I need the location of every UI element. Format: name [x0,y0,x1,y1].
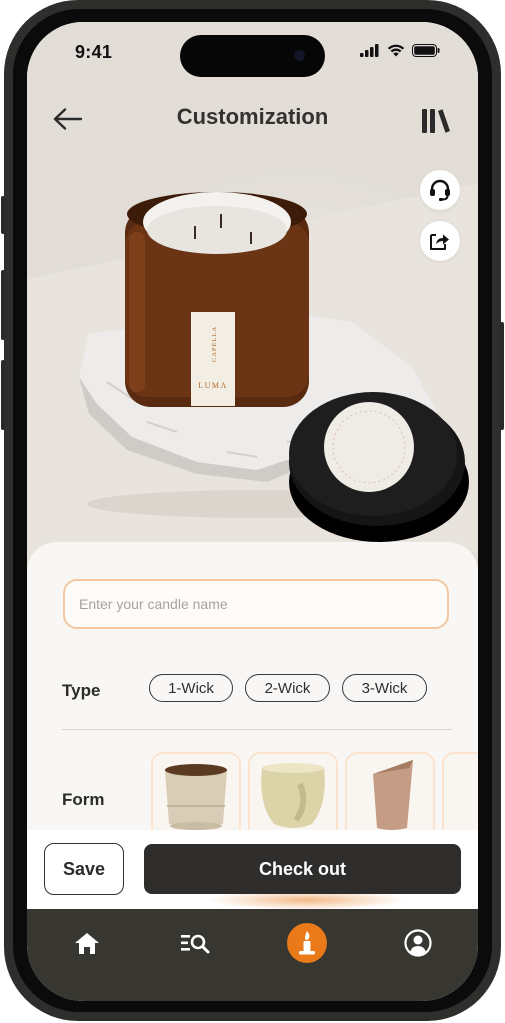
page-title: Customization [176,104,329,129]
home-icon [75,933,99,954]
battery-icon [412,44,440,57]
camera-dot [294,50,305,61]
cylinder-vessel-icon [165,764,227,830]
dynamic-island [180,35,325,77]
signal-icon [360,44,379,57]
customization-sheet: Type 1-Wick 2-Wick 3-Wick Form [27,542,478,842]
rounded-vessel-icon [261,763,325,828]
form-label: Form [62,790,105,809]
status-bar: 9:41 [27,22,478,82]
volume-up-button [1,270,5,340]
candle-lid [289,392,469,542]
jar-label-brand: LUMA [198,381,228,390]
candle-icon [299,931,315,955]
tab-profile[interactable] [396,921,440,965]
tab-customize[interactable] [285,921,329,965]
library-button[interactable] [419,104,453,136]
save-button[interactable]: Save [44,843,124,895]
screen: 9:41 Customization LUMA CAPELLA Enter yo… [27,22,478,1001]
search-list-icon [181,934,210,954]
mute-switch [1,196,5,234]
status-icons [360,44,440,57]
type-option-2-wick[interactable]: 2-Wick [245,674,330,702]
form-option-angled[interactable] [345,752,435,842]
section-divider [62,729,452,730]
tab-search-list[interactable] [173,921,217,965]
form-option-rounded[interactable] [248,752,338,842]
share-icon [430,234,449,250]
top-header: Customization [27,100,478,140]
candle-name-input[interactable] [63,579,449,629]
library-icon [422,109,450,133]
tab-home[interactable] [65,921,109,965]
profile-icon [404,929,432,957]
action-bar: Save Check out [27,830,478,910]
active-tab-indicator [287,923,327,963]
volume-down-button [1,360,5,430]
type-option-1-wick[interactable]: 1-Wick [149,674,233,702]
power-button [500,322,504,430]
form-option-cylinder[interactable] [151,752,241,842]
share-button[interactable] [420,221,460,261]
headset-icon [430,179,450,201]
status-time: 9:41 [75,42,113,62]
support-button[interactable] [420,170,460,210]
checkout-button[interactable]: Check out [144,844,461,894]
type-option-3-wick[interactable]: 3-Wick [342,674,427,702]
wifi-icon [387,44,405,57]
bottom-tab-bar [27,909,478,1001]
angled-vessel-icon [373,760,413,830]
product-photo: LUMA CAPELLA [79,192,469,542]
jar-label-name: CAPELLA [211,326,218,362]
form-option-partial[interactable] [442,752,478,842]
type-label: Type [62,681,101,700]
